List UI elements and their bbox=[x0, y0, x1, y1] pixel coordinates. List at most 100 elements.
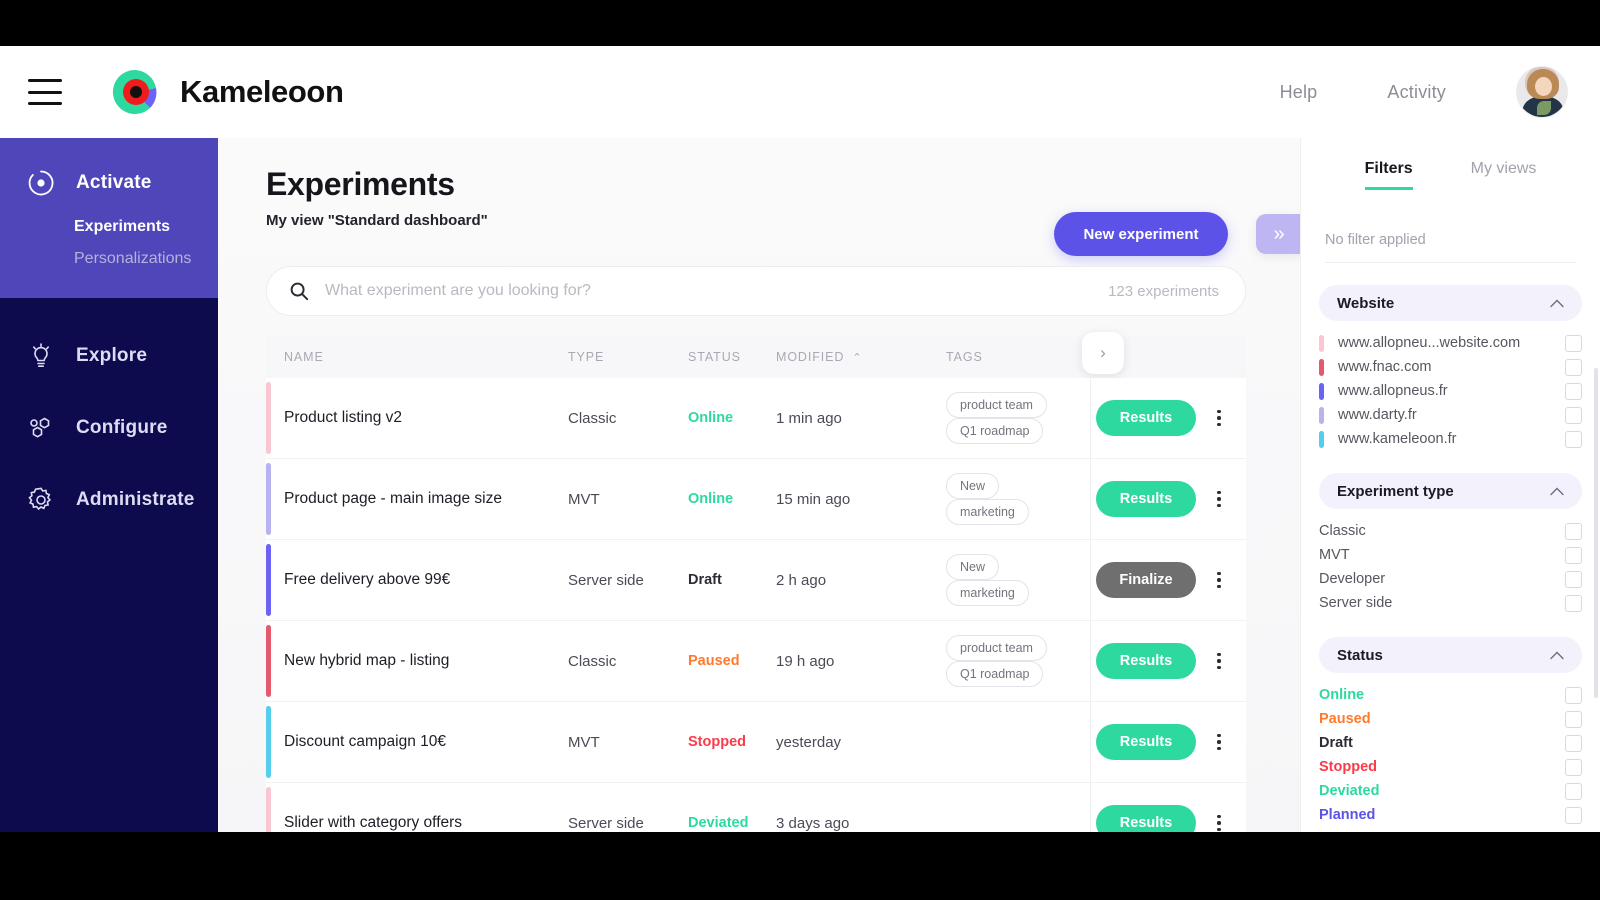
sidebar-item-personalizations[interactable]: Personalizations bbox=[0, 236, 218, 268]
filter-option[interactable]: www.allopneus.fr bbox=[1319, 379, 1582, 403]
row-menu-icon[interactable] bbox=[1210, 407, 1228, 429]
row-menu-icon[interactable] bbox=[1210, 569, 1228, 591]
experiment-name[interactable]: Slider with category offers bbox=[266, 814, 568, 832]
lightbulb-icon bbox=[26, 341, 56, 371]
brand[interactable]: Kameleoon bbox=[108, 64, 344, 120]
filter-option[interactable]: Classic bbox=[1319, 519, 1582, 543]
row-menu-icon[interactable] bbox=[1210, 812, 1228, 832]
filter-option-label: Server side bbox=[1319, 595, 1393, 611]
filter-option[interactable]: Planned bbox=[1319, 803, 1582, 827]
tag-pill[interactable]: New bbox=[946, 473, 1000, 499]
filter-option[interactable]: Server side bbox=[1319, 591, 1582, 615]
table-row[interactable]: Product listing v2 Classic Online 1 min … bbox=[266, 378, 1246, 459]
nav-link-help[interactable]: Help bbox=[1280, 82, 1318, 103]
table-row[interactable]: Free delivery above 99€ Server side Draf… bbox=[266, 540, 1246, 621]
filter-checkbox[interactable] bbox=[1565, 522, 1582, 540]
row-menu-icon[interactable] bbox=[1210, 488, 1228, 510]
filter-checkbox[interactable] bbox=[1565, 334, 1582, 352]
tag-pill[interactable]: product team bbox=[946, 635, 1047, 661]
tag-pill[interactable]: product team bbox=[946, 392, 1047, 418]
experiment-name[interactable]: Product page - main image size bbox=[266, 490, 568, 508]
kameleoon-logo-icon bbox=[108, 64, 164, 120]
finalize-button[interactable]: Finalize bbox=[1096, 562, 1196, 598]
experiment-name[interactable]: Product listing v2 bbox=[266, 409, 568, 427]
filter-option[interactable]: Online bbox=[1319, 683, 1582, 707]
table-row[interactable]: Discount campaign 10€ MVT Stopped yester… bbox=[266, 702, 1246, 783]
column-header-tags[interactable]: TAGS bbox=[946, 350, 1096, 364]
filter-checkbox[interactable] bbox=[1565, 710, 1582, 728]
tag-pill[interactable]: Q1 roadmap bbox=[946, 418, 1044, 444]
avatar[interactable] bbox=[1516, 66, 1568, 118]
tag-pill[interactable]: marketing bbox=[946, 499, 1029, 525]
filter-option[interactable]: www.fnac.com bbox=[1319, 355, 1582, 379]
experiment-name[interactable]: New hybrid map - listing bbox=[266, 652, 568, 670]
results-button[interactable]: Results bbox=[1096, 724, 1196, 760]
filter-checkbox[interactable] bbox=[1565, 358, 1582, 376]
tag-pill[interactable]: Q1 roadmap bbox=[946, 661, 1044, 687]
filters-scrollbar[interactable] bbox=[1594, 368, 1598, 698]
sidebar-item-configure[interactable]: Configure bbox=[0, 392, 218, 464]
results-button[interactable]: Results bbox=[1096, 400, 1196, 436]
column-header-type[interactable]: TYPE bbox=[568, 350, 688, 364]
column-header-status[interactable]: STATUS bbox=[688, 350, 776, 364]
tab-filters[interactable]: Filters bbox=[1364, 160, 1413, 190]
filter-section-header-experiment-type[interactable]: Experiment type bbox=[1319, 473, 1582, 509]
sidebar-item-experiments[interactable]: Experiments bbox=[0, 204, 218, 236]
filter-option[interactable]: Paused bbox=[1319, 707, 1582, 731]
filter-option[interactable]: www.darty.fr bbox=[1319, 403, 1582, 427]
sidebar-item-administrate-label: Administrate bbox=[76, 489, 195, 510]
tag-pill[interactable]: New bbox=[946, 554, 1000, 580]
new-experiment-button[interactable]: New experiment bbox=[1054, 212, 1228, 256]
filter-option[interactable]: Stopped bbox=[1319, 755, 1582, 779]
results-button[interactable]: Results bbox=[1096, 805, 1196, 832]
table-row[interactable]: New hybrid map - listing Classic Paused … bbox=[266, 621, 1246, 702]
filter-section-header-website[interactable]: Website bbox=[1319, 285, 1582, 321]
row-menu-icon[interactable] bbox=[1210, 731, 1228, 753]
filter-section-header-status[interactable]: Status bbox=[1319, 637, 1582, 673]
search-input[interactable] bbox=[325, 282, 1109, 300]
column-header-modified[interactable]: MODIFIED ⌃ bbox=[776, 350, 946, 364]
sidebar-item-explore[interactable]: Explore bbox=[0, 320, 218, 392]
filter-option[interactable]: Deviated bbox=[1319, 779, 1582, 803]
sidebar-item-administrate[interactable]: Administrate bbox=[0, 464, 218, 536]
filter-option[interactable]: Draft bbox=[1319, 731, 1582, 755]
tag-pill[interactable]: marketing bbox=[946, 580, 1029, 606]
table-row[interactable]: Slider with category offers Server side … bbox=[266, 783, 1246, 832]
filter-option[interactable]: Developer bbox=[1319, 567, 1582, 591]
tab-my-views[interactable]: My views bbox=[1471, 160, 1537, 190]
filter-checkbox[interactable] bbox=[1565, 546, 1582, 564]
filter-checkbox[interactable] bbox=[1565, 570, 1582, 588]
column-header-name[interactable]: NAME bbox=[266, 350, 568, 364]
results-button[interactable]: Results bbox=[1096, 643, 1196, 679]
experiment-name[interactable]: Free delivery above 99€ bbox=[266, 571, 568, 589]
filter-checkbox[interactable] bbox=[1565, 806, 1582, 824]
panel-collapse-toggle[interactable]: » bbox=[1256, 214, 1300, 254]
row-menu-icon[interactable] bbox=[1210, 650, 1228, 672]
nav-link-activity[interactable]: Activity bbox=[1387, 82, 1446, 103]
sidebar-group-activate: Activate Experiments Personalizations bbox=[0, 138, 218, 298]
filter-checkbox[interactable] bbox=[1565, 686, 1582, 704]
next-columns-button[interactable]: › bbox=[1082, 332, 1124, 374]
filter-checkbox[interactable] bbox=[1565, 782, 1582, 800]
sidebar-item-activate[interactable]: Activate bbox=[0, 162, 218, 204]
results-button[interactable]: Results bbox=[1096, 481, 1196, 517]
table-row[interactable]: Product page - main image size MVT Onlin… bbox=[266, 459, 1246, 540]
search-icon bbox=[289, 281, 309, 301]
filter-checkbox[interactable] bbox=[1565, 734, 1582, 752]
filter-sections: Website www.allopneu...website.com www.f… bbox=[1301, 285, 1600, 827]
filter-option[interactable]: www.allopneu...website.com bbox=[1319, 331, 1582, 355]
filter-option[interactable]: MVT bbox=[1319, 543, 1582, 567]
hamburger-menu-icon[interactable] bbox=[28, 79, 62, 105]
column-header-modified-label: MODIFIED bbox=[776, 350, 845, 364]
filter-checkbox[interactable] bbox=[1565, 430, 1582, 448]
filter-checkbox[interactable] bbox=[1565, 758, 1582, 776]
filter-checkbox[interactable] bbox=[1565, 406, 1582, 424]
filter-checkbox[interactable] bbox=[1565, 594, 1582, 612]
filter-section-body: www.allopneu...website.com www.fnac.com … bbox=[1301, 321, 1600, 451]
filter-option-label: www.kameleoon.fr bbox=[1338, 431, 1457, 447]
experiment-name[interactable]: Discount campaign 10€ bbox=[266, 733, 568, 751]
search-bar[interactable]: 123 experiments bbox=[266, 266, 1246, 316]
filter-checkbox[interactable] bbox=[1565, 382, 1582, 400]
row-actions: Results bbox=[1090, 783, 1246, 832]
filter-option[interactable]: www.kameleoon.fr bbox=[1319, 427, 1582, 451]
